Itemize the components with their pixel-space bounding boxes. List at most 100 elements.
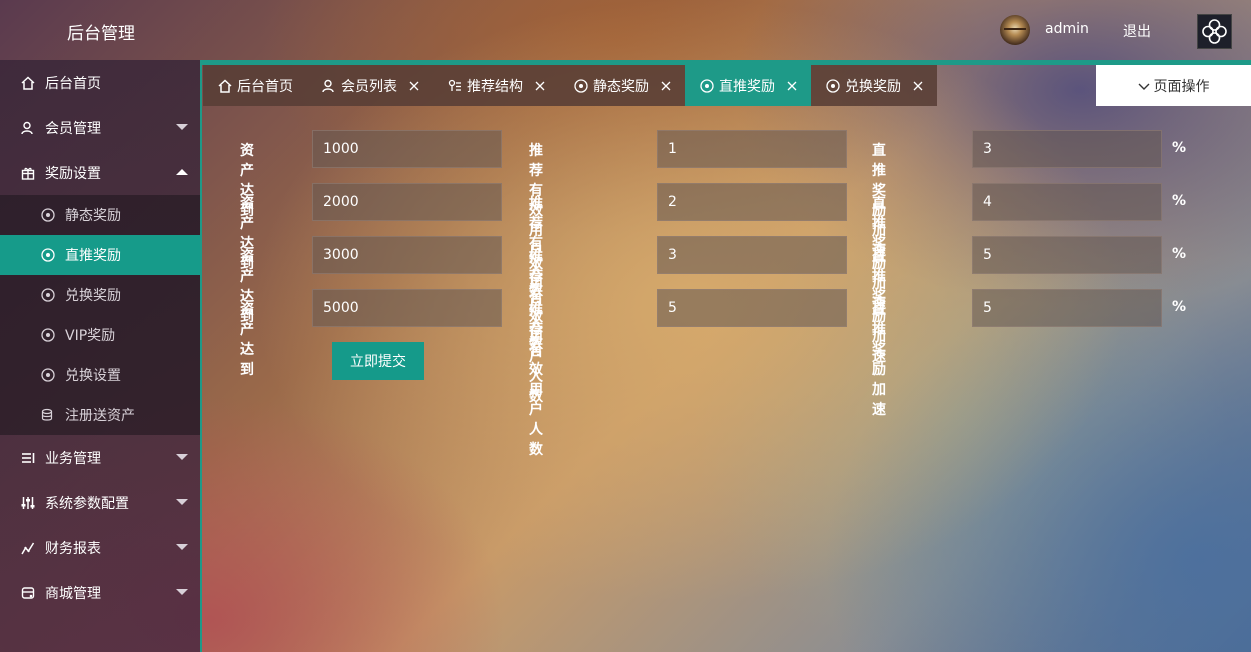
gear-icon: [40, 367, 56, 383]
referral-count-input[interactable]: 5: [657, 289, 847, 327]
tab-exchange-reward[interactable]: 兑换奖励: [811, 65, 937, 106]
tab-label: 兑换奖励: [845, 78, 901, 95]
gear-icon: [573, 78, 589, 94]
sidebar-item-system-params[interactable]: 系统参数配置: [0, 480, 200, 525]
gift-icon: [20, 165, 36, 181]
referral-label: 推荐有效用户人数: [529, 302, 543, 458]
chevron-down-icon: [1138, 80, 1150, 92]
gear-icon: [40, 207, 56, 223]
sidebar-subitem-label: 静态奖励: [65, 208, 121, 224]
close-icon[interactable]: [787, 81, 797, 91]
chevron-down-icon: [176, 454, 188, 460]
tab-static-reward[interactable]: 静态奖励: [559, 65, 685, 106]
brand-logo-icon[interactable]: [1197, 14, 1232, 49]
gear-icon: [825, 78, 841, 94]
user-avatar[interactable]: [1000, 15, 1030, 45]
chevron-up-icon: [176, 169, 188, 175]
rewards-submenu: 静态奖励 直推奖励 兑换奖励 VIP奖励 兑换设置 注册送资产: [0, 195, 200, 435]
tab-label: 后台首页: [237, 78, 293, 95]
close-icon[interactable]: [913, 81, 923, 91]
referral-count-input[interactable]: 1: [657, 130, 847, 168]
submit-button[interactable]: 立即提交: [332, 342, 424, 380]
tab-direct-reward[interactable]: 直推奖励: [685, 65, 811, 106]
referral-count-input[interactable]: 2: [657, 183, 847, 221]
page-operations-label: 页面操作: [1153, 78, 1210, 95]
sidebar-subitem-label: 注册送资产: [65, 408, 135, 424]
tab-member-list[interactable]: 会员列表: [307, 65, 433, 106]
top-header: 后台管理 admin 退出: [0, 0, 1251, 60]
content-border: [200, 60, 202, 652]
sidebar-item-label: 后台首页: [45, 75, 101, 92]
asset-label: 资产达到: [240, 302, 254, 378]
database-icon: [40, 407, 56, 423]
percent-sign: %: [1172, 193, 1187, 209]
tab-label: 静态奖励: [593, 78, 649, 95]
tree-icon: [447, 78, 463, 94]
gear-icon: [40, 287, 56, 303]
chevron-down-icon: [176, 544, 188, 550]
sidebar: 后台首页 会员管理 奖励设置 静态奖励 直推奖励 兑换奖励 VIP奖励 兑换设置…: [0, 60, 200, 652]
logout-link[interactable]: 退出: [1123, 21, 1151, 41]
tab-label: 直推奖励: [719, 78, 775, 95]
gear-icon: [40, 327, 56, 343]
speedup-input[interactable]: 4: [972, 183, 1162, 221]
sidebar-item-label: 奖励设置: [45, 165, 101, 182]
sidebar-item-label: 会员管理: [45, 120, 101, 137]
sidebar-item-label: 业务管理: [45, 450, 101, 467]
sidebar-item-members[interactable]: 会员管理: [0, 105, 200, 150]
gear-icon: [699, 78, 715, 94]
sidebar-subitem-register-bonus[interactable]: 注册送资产: [0, 395, 200, 435]
sidebar-subitem-label: VIP奖励: [65, 328, 116, 344]
chart-icon: [20, 540, 36, 556]
chevron-down-icon: [176, 499, 188, 505]
sidebar-subitem-label: 直推奖励: [65, 248, 121, 264]
home-icon: [20, 75, 36, 91]
sidebar-item-label: 商城管理: [45, 585, 101, 602]
user-icon: [20, 120, 36, 136]
gear-icon: [40, 247, 56, 263]
sidebar-subitem-static-reward[interactable]: 静态奖励: [0, 195, 200, 235]
sliders-icon: [20, 495, 36, 511]
sidebar-item-label: 财务报表: [45, 540, 101, 557]
percent-sign: %: [1172, 299, 1187, 315]
page-operations-button[interactable]: 页面操作: [1096, 65, 1251, 106]
chevron-down-icon: [176, 124, 188, 130]
sidebar-item-label: 系统参数配置: [45, 495, 129, 512]
speedup-input[interactable]: 5: [972, 289, 1162, 327]
asset-input[interactable]: 2000: [312, 183, 502, 221]
shop-icon: [20, 585, 36, 601]
sidebar-subitem-label: 兑换奖励: [65, 288, 121, 304]
sidebar-subitem-label: 兑换设置: [65, 368, 121, 384]
asset-input[interactable]: 5000: [312, 289, 502, 327]
asset-input[interactable]: 1000: [312, 130, 502, 168]
speedup-input[interactable]: 3: [972, 130, 1162, 168]
referral-count-input[interactable]: 3: [657, 236, 847, 274]
speedup-input[interactable]: 5: [972, 236, 1162, 274]
tab-label: 推荐结构: [467, 78, 523, 95]
sidebar-item-finance-report[interactable]: 财务报表: [0, 525, 200, 570]
asset-input[interactable]: 3000: [312, 236, 502, 274]
user-icon: [321, 78, 337, 94]
sidebar-item-home[interactable]: 后台首页: [0, 60, 200, 105]
tab-home[interactable]: 后台首页: [203, 65, 307, 106]
close-icon[interactable]: [661, 81, 671, 91]
username-label[interactable]: admin: [1045, 21, 1089, 37]
close-icon[interactable]: [535, 81, 545, 91]
close-icon[interactable]: [409, 81, 419, 91]
sidebar-subitem-exchange-reward[interactable]: 兑换奖励: [0, 275, 200, 315]
tab-referral-structure[interactable]: 推荐结构: [433, 65, 559, 106]
speedup-label: 直推奖励加速: [872, 302, 886, 418]
sidebar-item-business[interactable]: 业务管理: [0, 435, 200, 480]
sidebar-item-rewards[interactable]: 奖励设置: [0, 150, 200, 195]
tab-bar: 后台首页 会员列表 推荐结构 静态奖励 直推奖励 兑换奖励 页面操作: [200, 60, 1251, 106]
list-icon: [20, 450, 36, 466]
home-icon: [217, 78, 233, 94]
sidebar-item-mall[interactable]: 商城管理: [0, 570, 200, 615]
sidebar-subitem-vip-reward[interactable]: VIP奖励: [0, 315, 200, 355]
percent-sign: %: [1172, 246, 1187, 262]
app-title: 后台管理: [67, 24, 135, 44]
chevron-down-icon: [176, 589, 188, 595]
percent-sign: %: [1172, 140, 1187, 156]
sidebar-subitem-exchange-settings[interactable]: 兑换设置: [0, 355, 200, 395]
sidebar-subitem-direct-reward[interactable]: 直推奖励: [0, 235, 200, 275]
